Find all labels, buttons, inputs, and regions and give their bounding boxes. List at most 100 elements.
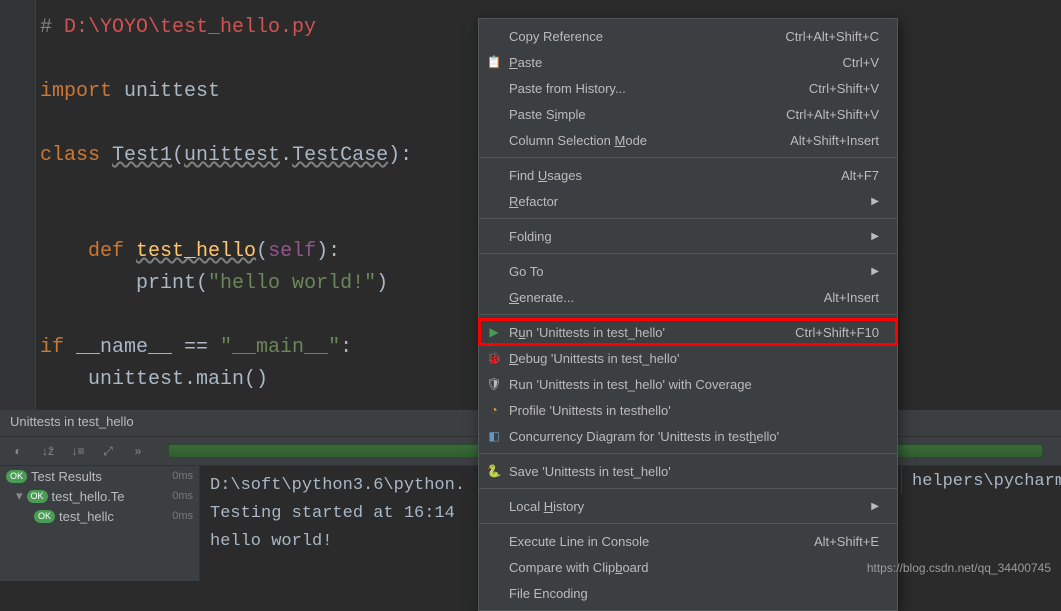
menu-separator (479, 157, 897, 158)
python-icon: 🐍 (486, 463, 502, 479)
indent (40, 368, 88, 391)
label: File Encoding (509, 586, 588, 601)
shortcut: Ctrl+Shift+V (809, 81, 879, 96)
menu-separator (479, 488, 897, 489)
menu-folding[interactable]: Folding ▶ (479, 223, 897, 249)
console-right-fragment: helpers\pycharm\u (901, 466, 1061, 494)
submenu-arrow-icon: ▶ (871, 196, 879, 207)
menu-find-usages[interactable]: Find UsagesAlt+F7 (479, 162, 897, 188)
ok-icon: OK (27, 490, 48, 503)
paste-icon: 📋 (486, 54, 502, 70)
history-icon[interactable]: ◐ (10, 443, 26, 459)
label: Paste (509, 55, 542, 70)
menu-separator (479, 453, 897, 454)
shortcut: Ctrl+Alt+Shift+V (786, 107, 879, 122)
code-file-path: D:\YOYO\test_hello.py (64, 16, 316, 39)
menu-paste-history[interactable]: Paste from History... Ctrl+Shift+V (479, 75, 897, 101)
label: Generate... (509, 290, 574, 305)
menu-save-config[interactable]: 🐍Save 'Unittests in test_hello' (479, 458, 897, 484)
tree-node-2[interactable]: OK test_hellc 0ms (0, 506, 199, 526)
paren: ( (172, 144, 184, 167)
menu-compare-clipboard[interactable]: Compare with Clipboard (479, 554, 897, 580)
menu-separator (479, 253, 897, 254)
debug-icon: 🐞 (486, 350, 502, 366)
base-class: TestCase (292, 144, 388, 167)
test-tree[interactable]: OK Test Results 0ms ▾ OK test_hello.Te 0… (0, 466, 200, 581)
shortcut: Alt+Shift+E (814, 534, 879, 549)
menu-copy-reference[interactable]: Copy Reference Ctrl+Alt+Shift+C (479, 23, 897, 49)
dunder-name: __name__ (76, 336, 172, 359)
menu-concurrency-diagram[interactable]: ◧Concurrency Diagram for 'Unittests in t… (479, 423, 897, 449)
menu-goto[interactable]: Go To ▶ (479, 258, 897, 284)
colon: : (340, 336, 352, 359)
menu-execute-line[interactable]: Execute Line in Console Alt+Shift+E (479, 528, 897, 554)
menu-paste-simple[interactable]: Paste SimpleCtrl+Alt+Shift+V (479, 101, 897, 127)
label: Folding (509, 229, 552, 244)
menu-paste[interactable]: 📋 Paste Ctrl+V (479, 49, 897, 75)
label: Concurrency Diagram for 'Unittests in te… (509, 429, 779, 444)
tree-node-1[interactable]: ▾ OK test_hello.Te 0ms (0, 486, 199, 506)
menu-profile[interactable]: ◔Profile 'Unittests in testhello' (479, 397, 897, 423)
submenu-arrow-icon: ▶ (871, 266, 879, 277)
kw-def: def (40, 240, 136, 263)
menu-separator (479, 314, 897, 315)
label: Run 'Unittests in test_hello' (509, 325, 665, 340)
label: Copy Reference (509, 29, 603, 44)
menu-column-selection[interactable]: Column Selection ModeAlt+Shift+Insert (479, 127, 897, 153)
code-comment-hash: # (40, 16, 64, 39)
op-eq: == (172, 336, 220, 359)
label: Compare with Clipboard (509, 560, 648, 575)
sort-duration-icon[interactable]: ↓≡ (70, 443, 86, 459)
menu-debug-unittests[interactable]: 🐞 Debug 'Unittests in test_hello' (479, 345, 897, 371)
tree-node-1-label: test_hello.Te (52, 489, 125, 504)
sort-alpha-icon[interactable]: ↓ẑ (40, 443, 56, 459)
func-name: test_hello (136, 240, 256, 263)
run-tab-label[interactable]: Unittests in test_hello (0, 410, 144, 436)
profile-icon: ◔ (486, 402, 502, 418)
shortcut: Ctrl+Alt+Shift+C (785, 29, 879, 44)
submenu-arrow-icon: ▶ (871, 231, 879, 242)
shortcut: Alt+F7 (841, 168, 879, 183)
string-literal: "hello world!" (208, 272, 376, 295)
paren: ) (376, 272, 388, 295)
menu-run-coverage[interactable]: 🛡Run 'Unittests in test_hello' with Cove… (479, 371, 897, 397)
kw-if: if (40, 336, 76, 359)
string-main: "__main__" (220, 336, 340, 359)
menu-local-history[interactable]: Local History▶ (479, 493, 897, 519)
chevron-down-icon: ▾ (16, 488, 23, 504)
menu-run-unittests[interactable]: ▶Run 'Unittests in test_hello'Ctrl+Shift… (479, 319, 897, 345)
kw-self: self (268, 240, 316, 263)
menu-generate[interactable]: Generate...Alt+Insert (479, 284, 897, 310)
ident-unittest: unittest (124, 80, 220, 103)
kw-import: import (40, 80, 124, 103)
menu-separator (479, 523, 897, 524)
duration: 0ms (172, 510, 193, 522)
label: Local History (509, 499, 584, 514)
tree-root[interactable]: OK Test Results 0ms (0, 466, 199, 486)
paren-colon: ): (316, 240, 340, 263)
expand-icon[interactable]: ⤢ (100, 443, 116, 459)
label: Go To (509, 264, 543, 279)
label: Refactor (509, 194, 558, 209)
duration: 0ms (172, 470, 193, 482)
label: Debug 'Unittests in test_hello' (509, 351, 679, 366)
label: Column Selection Mode (509, 133, 647, 148)
paren: ( (196, 272, 208, 295)
menu-separator (479, 218, 897, 219)
label: Paste from History... (509, 81, 626, 96)
tree-node-2-label: test_hellc (59, 509, 114, 524)
duration: 0ms (172, 490, 193, 502)
menu-file-encoding[interactable]: File Encoding (479, 580, 897, 606)
shortcut: Ctrl+V (843, 55, 879, 70)
menu-refactor[interactable]: Refactor ▶ (479, 188, 897, 214)
class-name: Test1 (112, 144, 172, 167)
more-icon[interactable]: » (130, 443, 146, 459)
label: Execute Line in Console (509, 534, 649, 549)
watermark-text: https://blog.csdn.net/qq_34400745 (867, 561, 1051, 575)
run-icon: ▶ (486, 324, 502, 340)
tree-root-label: Test Results (31, 469, 102, 484)
colon: ): (388, 144, 412, 167)
paren: ( (256, 240, 268, 263)
call-main: unittest.main() (88, 368, 268, 391)
base-mod: unittest (184, 144, 280, 167)
